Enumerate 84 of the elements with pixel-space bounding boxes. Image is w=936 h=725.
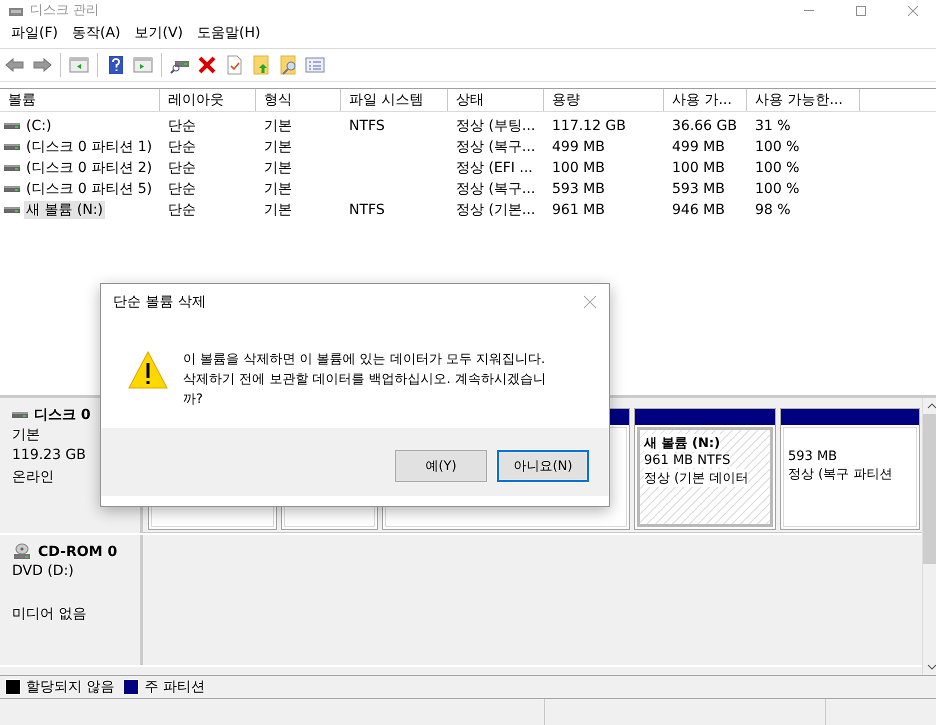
table-cell: 100 % [755,180,800,196]
disk-info: 미디어 없음 [12,605,88,624]
column-header[interactable]: 사용 가... [664,89,747,111]
column-header[interactable]: 상태 [448,89,544,111]
table-cell: 기본 [264,138,292,156]
partition-info: 정상 (기본 데이터 [644,469,748,487]
table-cell: 100 MB [552,160,605,176]
legend-label: 주 파티션 [144,678,205,696]
close-icon[interactable] [583,295,597,309]
table-cell: 정상 (복구... [456,180,536,198]
table-cell: 정상 (복구... [456,138,536,156]
menu-item[interactable]: 보기(V) [128,24,190,42]
close-icon[interactable] [908,6,918,16]
delete-icon[interactable] [196,54,218,76]
table-cell: 31 % [755,118,791,134]
window-title: 디스크 관리 [30,4,100,18]
table-cell: 98 % [755,202,791,218]
column-header[interactable]: 사용 가능한... [747,89,860,111]
table-cell: 단순 [168,180,196,198]
partition-block[interactable]: 593 MB 정상 (복구 파티션 [780,408,920,530]
table-cell: 기본 [264,180,292,198]
column-header[interactable]: 볼륨 [0,89,160,111]
table-cell: 946 MB [672,202,725,218]
disk-info: 119.23 GB [12,447,87,465]
drive-icon [4,184,20,192]
table-cell: 정상 (부팅... [456,116,536,134]
menu-item[interactable]: 동작(A) [64,24,128,42]
table-cell: 단순 [168,138,196,156]
cd-drive-icon [12,543,32,561]
disk-info: 기본 [12,426,41,445]
column-header[interactable]: 용량 [544,89,664,111]
warning-icon [127,350,169,390]
app-icon [8,6,24,18]
disk-info: 온라인 [12,468,55,487]
dialog-message: 이 볼륨을 삭제하면 이 볼륨에 있는 데이터가 모두 지워집니다. 삭제하기 전에 보관할 데이터를 백업하십시오. 계속하시겠습니까? [183,351,547,409]
minimize-icon[interactable] [804,10,814,12]
table-cell: 100 % [755,160,800,176]
partition-info: 정상 (복구 파티션 [788,465,892,483]
table-cell[interactable]: (디스크 0 파티션 1) [24,138,154,156]
drive-icon [12,411,28,419]
dialog-button[interactable]: 예(Y) [395,450,487,482]
table-cell: 단순 [168,158,196,176]
legend-label: 할당되지 않음 [26,678,114,696]
table-cell: 36.66 GB [672,118,737,134]
drive-icon [4,122,20,130]
table-cell: 100 % [755,138,800,154]
table-cell[interactable]: 새 볼륨 (N:) [24,200,106,218]
disk-info: DVD (D:) [12,563,75,581]
column-header[interactable]: 파일 시스템 [341,89,448,111]
table-cell: 기본 [264,116,292,134]
column-header[interactable]: 레이아웃 [160,89,256,111]
table-cell[interactable]: (디스크 0 파티션 5) [24,180,154,198]
table-cell: 단순 [168,200,196,218]
menu-item[interactable]: 도움말(H) [190,24,268,42]
table-cell: 117.12 GB [552,118,626,134]
table-cell: NTFS [349,118,385,134]
table-cell: 정상 (기본... [456,200,536,218]
drive-icon [4,206,20,214]
drive-icon [4,164,20,172]
partition-info: 961 MB NTFS [644,453,730,468]
disk-name: 디스크 0 [34,406,91,424]
table-cell[interactable]: (디스크 0 파티션 2) [24,158,154,176]
table-cell: 593 MB [552,180,605,196]
table-cell: 593 MB [672,180,725,196]
scrollbar[interactable] [922,398,936,675]
menu-item[interactable]: 파일(F) [4,24,65,42]
table-cell: 기본 [264,158,292,176]
table-cell: 100 MB [672,160,725,176]
partition-name: 새 볼륨 (N:) [644,434,720,452]
drive-icon [4,142,20,150]
table-cell: 499 MB [672,138,725,154]
maximize-icon[interactable] [856,6,866,16]
dialog-button[interactable]: 아니요(N) [497,450,589,482]
table-cell: NTFS [349,202,385,218]
table-cell: 기본 [264,200,292,218]
column-header[interactable]: 형식 [256,89,341,111]
table-cell: 499 MB [552,138,605,154]
table-cell: 정상 (EFI ... [456,158,533,176]
partition-block[interactable]: 새 볼륨 (N:) 961 MB NTFS 정상 (기본 데이터 [634,408,776,530]
dialog-title: 단순 볼륨 삭제 [113,293,206,311]
table-cell: 961 MB [552,202,605,218]
table-cell: 단순 [168,116,196,134]
table-cell[interactable]: (C:) [24,118,54,134]
disk-name: CD-ROM 0 [38,544,118,560]
